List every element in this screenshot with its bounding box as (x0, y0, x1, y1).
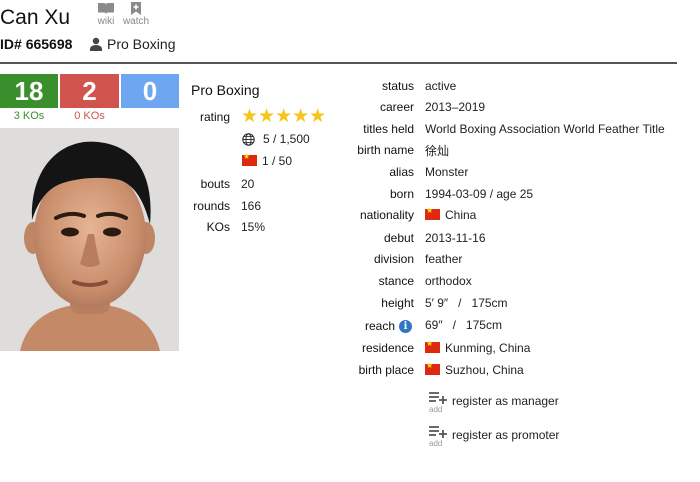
division-value: feather (425, 252, 463, 266)
career-value: 2013–2019 (425, 100, 486, 114)
reach-info-button[interactable]: i (399, 316, 412, 334)
world-rank-value: 5 / 1,500 (263, 132, 310, 146)
add-list-icon: add (428, 390, 448, 416)
header-divider (0, 62, 677, 64)
status-label: status (381, 79, 414, 93)
stance-label: stance (378, 274, 414, 288)
country-rank-value: 1 / 50 (262, 154, 293, 168)
register-manager-button[interactable]: add register as manager (428, 390, 559, 416)
info-icon: i (399, 320, 412, 333)
add-caption: add (429, 405, 443, 414)
boxer-id: ID# 665698 (0, 36, 72, 52)
register-promoter-button[interactable]: add register as promoter (428, 424, 559, 450)
bouts-value: 20 (241, 177, 255, 191)
rating-label: rating (199, 110, 230, 124)
status-value: active (425, 79, 457, 93)
globe-icon (242, 132, 255, 146)
watch-link[interactable]: watch (121, 2, 151, 27)
born-value: 1994-03-09 / age 25 (425, 187, 534, 201)
boxer-name: Can Xu (0, 6, 71, 29)
height-value: 5′ 9″ / 175cm (425, 296, 508, 310)
birth-place-label: birth place (358, 363, 414, 377)
stance-value: orthodox (425, 274, 472, 288)
nationality-value: China (425, 206, 477, 222)
birth-place-text[interactable]: Suzhou, China (445, 363, 524, 377)
country-rank: 1 / 50 (242, 152, 293, 168)
draws-box: 0 (121, 74, 179, 108)
birth-name-label: birth name (357, 143, 414, 157)
residence-value: Kunming, China (425, 339, 530, 355)
boxer-photo (0, 128, 179, 351)
book-icon (98, 3, 114, 14)
titles-label: titles held (363, 122, 414, 136)
watch-label: watch (122, 16, 150, 27)
china-flag-icon (242, 152, 257, 166)
career-label: career (379, 100, 414, 114)
add-caption: add (429, 439, 443, 448)
wins-ko-count: 3 KOs (13, 110, 45, 122)
register-manager-label: register as manager (452, 394, 559, 408)
china-flag-icon (425, 361, 440, 375)
china-flag-icon (425, 339, 440, 353)
height-label: height (381, 296, 414, 310)
add-list-icon: add (428, 424, 448, 450)
reach-label: reach (364, 319, 395, 333)
division-label: division (373, 252, 414, 266)
nationality-text: China (445, 208, 477, 222)
wins-box: 18 (0, 74, 58, 108)
bouts-label: bouts (200, 177, 230, 191)
person-icon (90, 37, 102, 51)
reach-value: 69″ / 175cm (425, 318, 502, 332)
bookmark-plus-icon (131, 2, 141, 15)
summary-heading: Pro Boxing (191, 82, 260, 98)
rounds-value: 166 (241, 199, 262, 213)
born-label: born (389, 187, 414, 201)
register-promoter-label: register as promoter (452, 428, 560, 442)
rounds-label: rounds (193, 199, 230, 213)
kos-label: KOs (206, 220, 230, 234)
world-rank: 5 / 1,500 (242, 132, 310, 146)
rating-stars: ★★★★★ (241, 106, 327, 127)
debut-label: debut (383, 231, 414, 245)
losses-ko-count: 0 KOs (74, 110, 105, 122)
id-prefix: ID# (0, 36, 22, 52)
birth-name-value: 徐灿 (425, 144, 450, 158)
kos-value: 15% (241, 220, 266, 234)
titles-value[interactable]: World Boxing Association World Feather T… (425, 122, 665, 136)
china-flag-icon (425, 206, 440, 220)
id-number: 665698 (25, 36, 73, 52)
residence-text[interactable]: Kunming, China (445, 341, 530, 355)
residence-label: residence (361, 341, 414, 355)
sport-badge: Pro Boxing (89, 36, 175, 52)
alias-label: alias (389, 165, 414, 179)
sport-label: Pro Boxing (107, 36, 176, 52)
debut-value: 2013-11-16 (425, 231, 486, 245)
wiki-link[interactable]: wiki (91, 2, 121, 27)
alias-value: Monster (425, 165, 469, 179)
wiki-label: wiki (97, 16, 115, 27)
birth-place-value: Suzhou, China (425, 361, 524, 377)
losses-box: 2 (60, 74, 119, 108)
nationality-label: nationality (359, 208, 414, 222)
